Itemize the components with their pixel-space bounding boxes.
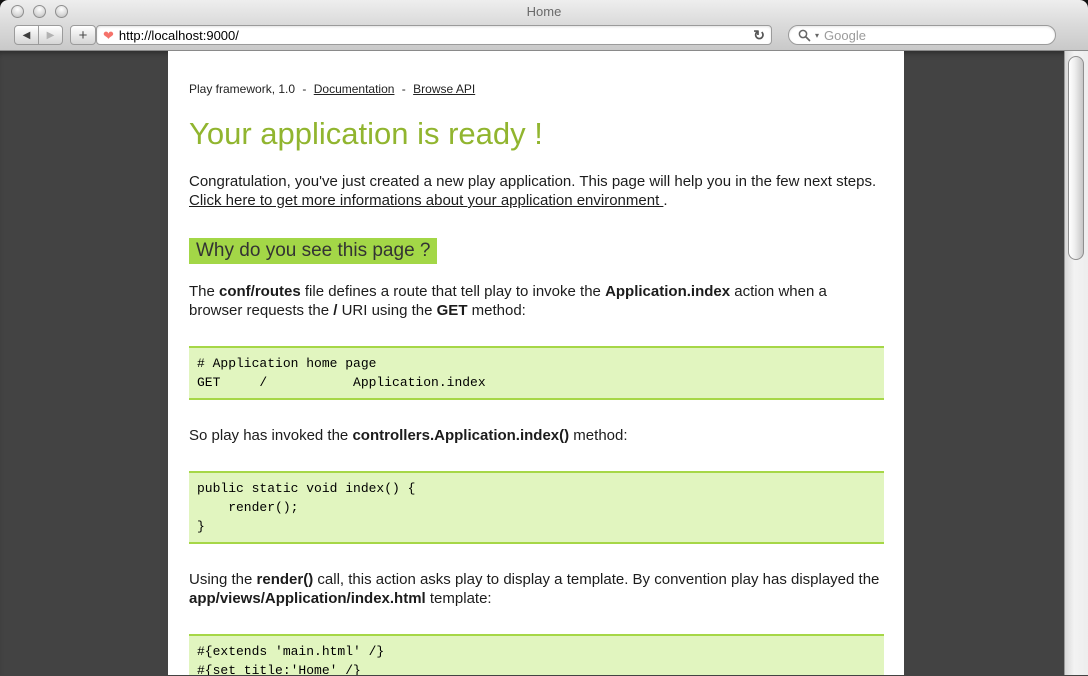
forward-button[interactable]: ▶	[38, 25, 63, 45]
page-content: Play framework, 1.0 - Documentation - Br…	[168, 51, 904, 675]
separator: -	[402, 82, 406, 96]
action-code-block: public static void index() { render(); }	[189, 471, 884, 544]
separator: -	[302, 82, 306, 96]
window-title: Home	[0, 4, 1088, 19]
framework-version-text: Play framework, 1.0	[189, 82, 295, 96]
search-icon[interactable]	[798, 29, 811, 42]
documentation-link[interactable]: Documentation	[314, 82, 395, 96]
environment-info-link[interactable]: Click here to get more informations abou…	[189, 192, 663, 209]
intro-text: Congratulation, you've just created a ne…	[189, 173, 876, 190]
routes-paragraph: The conf/routes file defines a route tha…	[189, 282, 884, 320]
intro-paragraph: Congratulation, you've just created a ne…	[189, 172, 884, 210]
heart-favicon-icon: ❤	[103, 29, 114, 42]
window-titlebar[interactable]: Home	[0, 0, 1088, 22]
page-title: Your application is ready !	[189, 116, 884, 152]
reload-icon[interactable]: ↻	[753, 27, 765, 44]
plus-icon: +	[79, 27, 88, 44]
section-heading: Why do you see this page ?	[189, 238, 437, 264]
browser-toolbar: ◀ ▶ + ❤ ↻ ▾	[0, 22, 1088, 51]
search-bar[interactable]: ▾	[788, 25, 1056, 45]
new-tab-button[interactable]: +	[70, 25, 96, 45]
forward-icon: ▶	[47, 30, 55, 41]
browse-api-link[interactable]: Browse API	[413, 82, 475, 96]
invoked-paragraph: So play has invoked the controllers.Appl…	[189, 426, 884, 445]
back-icon: ◀	[23, 30, 31, 41]
search-dropdown-icon[interactable]: ▾	[815, 31, 819, 40]
intro-text-end: .	[663, 192, 667, 209]
template-paragraph: Using the render() call, this action ask…	[189, 570, 884, 608]
template-code-block: #{extends 'main.html' /} #{set title:'Ho…	[189, 634, 884, 675]
meta-line: Play framework, 1.0 - Documentation - Br…	[189, 82, 884, 96]
browser-window: Home ◀ ▶ + ❤ ↻	[0, 0, 1088, 676]
routes-code-block: # Application home page GET / Applicatio…	[189, 346, 884, 400]
back-button[interactable]: ◀	[14, 25, 39, 45]
search-input[interactable]	[824, 27, 1046, 43]
vertical-scrollbar[interactable]	[1064, 51, 1088, 675]
address-bar[interactable]: ❤ ↻	[96, 25, 772, 45]
page-viewport: Play framework, 1.0 - Documentation - Br…	[0, 51, 1088, 675]
browser-chrome: Home ◀ ▶ + ❤ ↻	[0, 0, 1088, 51]
url-input[interactable]	[119, 27, 749, 43]
scrollbar-thumb[interactable]	[1068, 56, 1084, 260]
